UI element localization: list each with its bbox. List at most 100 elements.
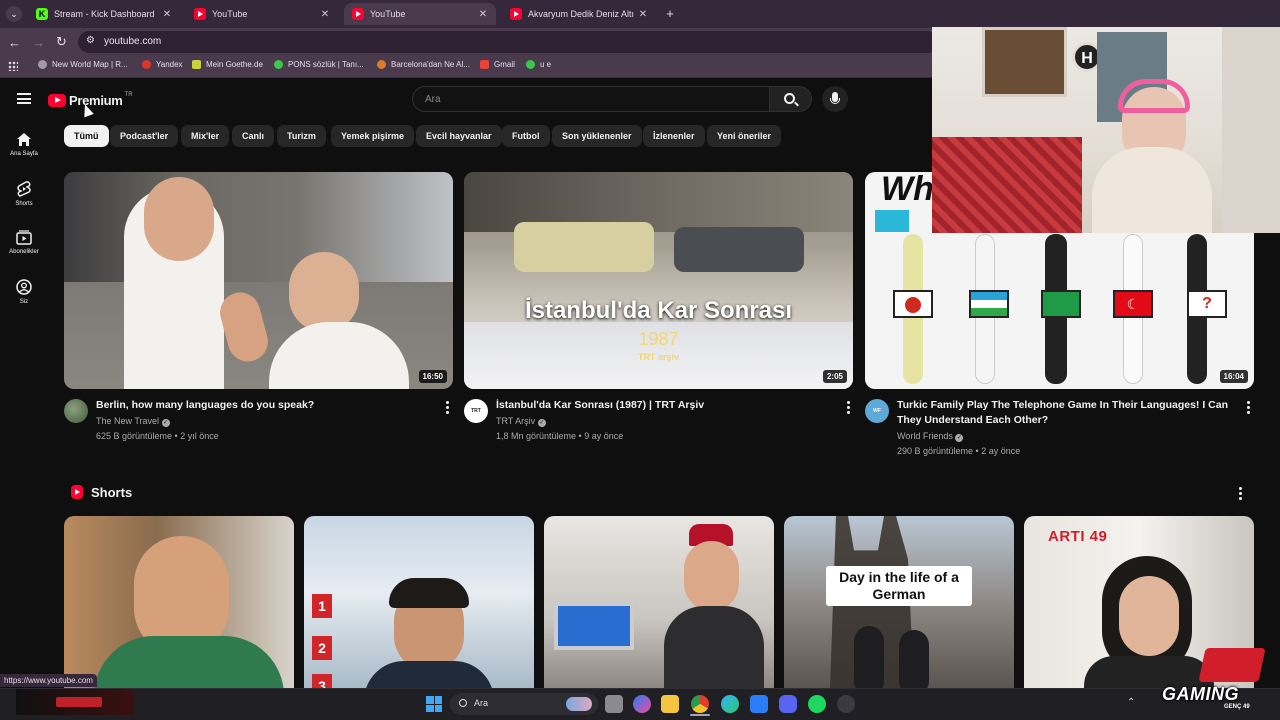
short-thumbnail[interactable]: Day in the life of a German	[784, 516, 1014, 688]
bookmark-label: Barcelona'dan Ne Al...	[391, 60, 470, 69]
tab-close-icon[interactable]: ✕	[160, 9, 174, 20]
chip-all[interactable]: Tümü	[64, 125, 109, 147]
chip-mixes[interactable]: Mix'ler	[181, 125, 230, 147]
globe-icon	[38, 60, 47, 69]
bookmark-item[interactable]: Yandex	[142, 60, 183, 69]
tray-chevron-icon[interactable]: ⌃	[1127, 697, 1135, 708]
gmail-icon	[480, 60, 489, 69]
chip-football[interactable]: Futbol	[502, 125, 550, 147]
address-bar[interactable]: ⚙ youtube.com	[78, 31, 938, 53]
spotify-icon[interactable]	[808, 695, 826, 713]
video-title[interactable]: Turkic Family Play The Telephone Game In…	[897, 398, 1242, 428]
browser-tab-youtube-active[interactable]: YouTube ✕	[344, 3, 496, 25]
short-thumbnail[interactable]	[64, 516, 294, 688]
sidebar-item-shorts[interactable]: Shorts	[0, 181, 48, 207]
video-title[interactable]: İstanbul'da Kar Sonrası (1987) | TRT Arş…	[496, 398, 826, 413]
shorts-icon	[17, 181, 31, 197]
short-thumbnail[interactable]: 1 2 3	[304, 516, 534, 688]
globe-icon	[526, 60, 535, 69]
bookmark-item[interactable]: Mein Goethe.de	[192, 60, 263, 69]
channel-avatar[interactable]	[64, 399, 88, 423]
bookmark-item[interactable]: u e	[526, 60, 551, 69]
browser-tab-kick[interactable]: K Stream - Kick Dashboard ✕	[28, 3, 180, 25]
voice-search-button[interactable]	[822, 86, 848, 112]
chip-pets[interactable]: Evcil hayvanlar	[416, 125, 502, 147]
tab-close-icon[interactable]: ✕	[318, 9, 332, 20]
youtube-play-icon	[48, 93, 66, 107]
new-tab-button[interactable]: +	[662, 6, 678, 22]
apps-grid-icon[interactable]	[8, 61, 18, 71]
sidebar-item-you[interactable]: Siz	[0, 279, 48, 305]
site-info-icon[interactable]: ⚙	[86, 35, 95, 46]
task-view-icon[interactable]	[605, 695, 623, 713]
tab-search-button[interactable]: ⌄	[6, 6, 22, 22]
chip-watched[interactable]: İzlenenler	[643, 125, 705, 147]
video-thumbnail[interactable]: İstanbul'da Kar Sonrası 1987 TRT arşiv 2…	[464, 172, 853, 389]
video-duration: 16:04	[1219, 370, 1248, 383]
browser-tab-akvaryum[interactable]: Akvaryum Dedik Deniz Altı Kur... ✕	[502, 3, 656, 25]
chip-cooking[interactable]: Yemek pişirme	[331, 125, 415, 147]
bookmark-item[interactable]: New World Map | R...	[38, 60, 128, 69]
hamburger-menu-icon[interactable]	[17, 93, 31, 104]
file-explorer-icon[interactable]	[661, 695, 679, 713]
shorts-heading: Shorts	[91, 485, 133, 500]
kick-icon: K	[36, 8, 48, 20]
sidebar-item-subscriptions[interactable]: Abonelikler	[0, 230, 48, 255]
channel-name[interactable]: The New Travel ✓	[96, 416, 170, 427]
chip-live[interactable]: Canlı	[232, 125, 275, 147]
chip-tourism[interactable]: Turizm	[277, 125, 326, 147]
bookmark-label: New World Map | R...	[52, 60, 128, 69]
chip-recently-uploaded[interactable]: Son yüklenenler	[552, 125, 642, 147]
chip-new-to-you[interactable]: Yeni öneriler	[707, 125, 782, 147]
chrome-icon[interactable]	[691, 695, 709, 713]
back-arrow-icon[interactable]: ←	[8, 35, 21, 50]
bookmark-label: u e	[540, 60, 552, 69]
more-actions-icon[interactable]	[446, 401, 450, 415]
bookmark-item[interactable]: Gmail	[480, 60, 515, 69]
video-title[interactable]: Berlin, how many languages do you speak?	[96, 398, 426, 413]
shorts-more-icon[interactable]	[1239, 487, 1243, 501]
bookmark-item[interactable]: PONS sözlük | Tanı...	[274, 60, 364, 69]
yandex-icon	[142, 60, 151, 69]
stream-badge	[16, 689, 134, 715]
shorts-logo-icon	[71, 485, 83, 499]
search-placeholder: Ara	[425, 94, 441, 105]
channel-avatar[interactable]: WF	[865, 399, 889, 423]
discord-icon[interactable]	[779, 695, 797, 713]
status-url-bubble: https://www.youtube.com	[0, 674, 97, 687]
trt-archive-logo: TRT arşiv	[637, 352, 679, 362]
youtube-premium-wordmark: Premium	[69, 92, 123, 108]
search-icon	[459, 699, 467, 707]
thumbnail-year: 1987	[638, 329, 679, 349]
tab-close-icon[interactable]: ✕	[476, 9, 490, 20]
bookmark-item[interactable]: Barcelona'dan Ne Al...	[377, 60, 470, 69]
sidebar-item-home[interactable]: Ana Sayfa	[0, 132, 48, 157]
channel-name[interactable]: World Friends ✓	[897, 431, 964, 442]
more-actions-icon[interactable]	[1247, 401, 1251, 415]
app-icon[interactable]	[837, 695, 855, 713]
taskbar-search[interactable]: Ara	[450, 693, 598, 715]
video-thumbnail[interactable]: 16:50	[64, 172, 453, 389]
store-icon[interactable]	[750, 695, 768, 713]
tab-title: Akvaryum Dedik Deniz Altı Kur...	[528, 9, 636, 19]
chip-podcasts[interactable]: Podcast'ler	[110, 125, 179, 147]
windows-start-icon[interactable]	[426, 696, 442, 712]
reload-icon[interactable]: ↻	[56, 34, 67, 50]
edge-icon[interactable]	[721, 695, 739, 713]
sidebar-item-label: Abonelikler	[9, 249, 39, 255]
channel-name[interactable]: TRT Arşiv ✓	[496, 416, 546, 427]
browser-tab-youtube-1[interactable]: YouTube ✕	[186, 3, 338, 25]
search-input[interactable]: Ara	[412, 86, 770, 112]
copilot-icon[interactable]	[633, 695, 651, 713]
forward-arrow-icon[interactable]: →	[32, 35, 45, 50]
verified-badge-icon: ✓	[537, 419, 546, 427]
video-meta: 1,8 Mn görüntüleme • 9 ay önce	[496, 431, 624, 441]
watermark-brand: GAMING	[1162, 684, 1239, 704]
short-overlay-text: Day in the life of a German	[826, 566, 972, 606]
more-actions-icon[interactable]	[847, 401, 851, 415]
tab-close-icon[interactable]: ✕	[636, 9, 650, 20]
search-button[interactable]	[770, 86, 812, 112]
short-thumbnail[interactable]	[544, 516, 774, 688]
channel-avatar[interactable]: TRT	[464, 399, 488, 423]
subscriptions-icon	[16, 230, 32, 245]
